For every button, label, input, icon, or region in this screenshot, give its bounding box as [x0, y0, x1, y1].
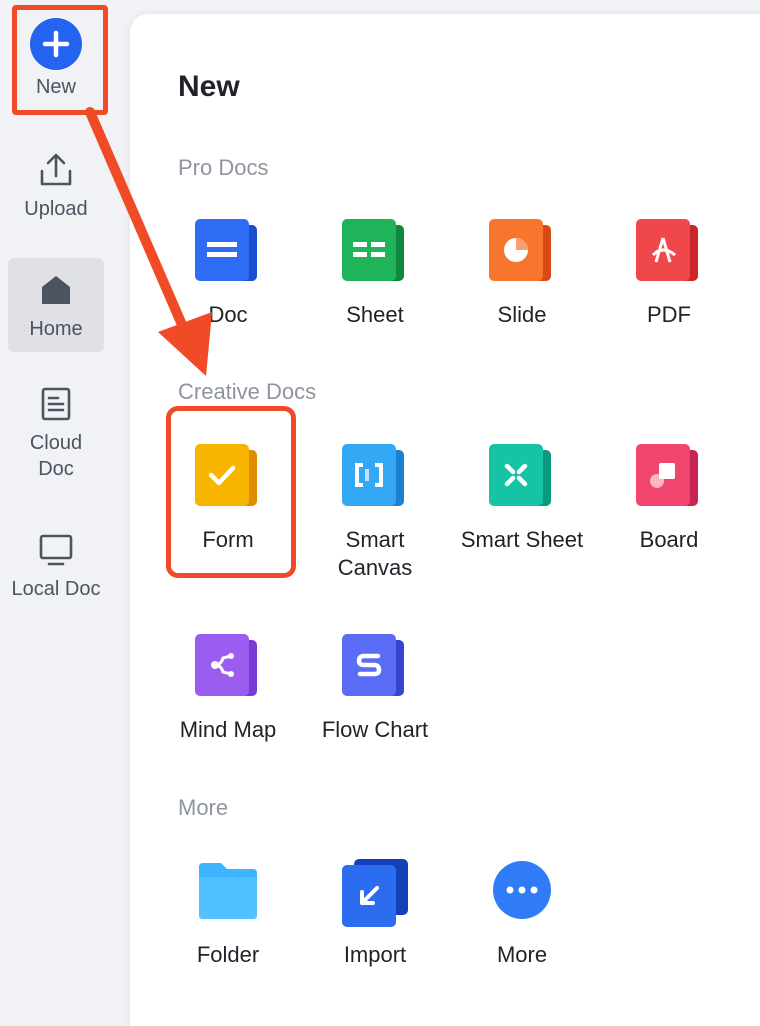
tile-smart-canvas[interactable]: Smart Canvas	[305, 444, 445, 582]
sidebar-item-home[interactable]: Home	[8, 258, 104, 352]
section-label-creative-docs: Creative Docs	[178, 379, 317, 404]
doc-icon	[195, 219, 261, 285]
tile-label: Sheet	[346, 302, 404, 327]
tile-board[interactable]: Board	[599, 444, 739, 554]
document-icon	[36, 384, 76, 424]
tile-label: Mind Map	[179, 717, 277, 742]
sidebar-item-label: Doc	[38, 458, 74, 480]
tile-smart-sheet[interactable]: Smart Sheet	[452, 444, 592, 554]
form-icon	[195, 444, 261, 510]
tile-pdf[interactable]: PDF	[599, 219, 739, 329]
tile-flow-chart[interactable]: Flow Chart	[305, 634, 445, 744]
monitor-icon	[36, 530, 76, 570]
import-icon	[342, 859, 408, 927]
tile-label: Slide	[497, 302, 547, 327]
tile-label: Form	[202, 527, 254, 552]
board-icon	[636, 444, 702, 510]
tile-label: More	[496, 942, 548, 967]
tile-label: Import	[343, 942, 407, 967]
smart-canvas-icon	[342, 444, 408, 510]
new-panel: New Pro Docs Doc Sheet Slide PDF Creativ…	[130, 14, 760, 1026]
tile-doc[interactable]: Doc	[158, 219, 298, 329]
tile-slide[interactable]: Slide	[452, 219, 592, 329]
more-dots-icon	[489, 859, 555, 925]
tile-more[interactable]: More	[452, 859, 592, 969]
tile-folder[interactable]: Folder	[158, 859, 298, 969]
sidebar-item-new[interactable]: New	[8, 18, 104, 110]
sidebar-item-cloud-doc[interactable]: Cloud Doc	[8, 384, 104, 494]
upload-icon	[36, 150, 76, 190]
home-icon	[36, 270, 76, 310]
tile-label: Folder	[196, 942, 260, 967]
tile-label: PDF	[647, 302, 691, 327]
section-label-pro-docs: Pro Docs	[178, 155, 269, 180]
sidebar-item-upload[interactable]: Upload	[8, 150, 104, 240]
mind-map-icon	[195, 634, 261, 700]
page-title: New	[178, 70, 240, 103]
sidebar-item-label: Local Doc	[11, 578, 101, 600]
tile-label: Flow Chart	[321, 717, 429, 742]
sidebar-item-label: New	[35, 76, 76, 98]
tile-label: Smart Sheet	[460, 527, 584, 552]
flow-chart-icon	[342, 634, 408, 700]
tile-form[interactable]: Form	[158, 444, 298, 554]
pdf-icon	[636, 219, 702, 285]
slide-icon	[489, 219, 555, 285]
smart-sheet-icon	[489, 444, 555, 510]
sidebar-item-label: Cloud	[29, 432, 83, 454]
tile-label: Board	[639, 527, 699, 552]
tile-mind-map[interactable]: Mind Map	[158, 634, 298, 744]
tile-label: Smart	[345, 527, 405, 552]
sidebar-item-label: Home	[29, 318, 83, 340]
tile-label: Canvas	[337, 555, 413, 580]
sidebar-item-local-doc[interactable]: Local Doc	[8, 530, 104, 620]
section-label-more: More	[178, 795, 229, 820]
folder-icon	[195, 859, 261, 925]
sheet-icon	[342, 219, 408, 285]
sidebar-item-label: Upload	[24, 198, 88, 220]
plus-icon	[30, 18, 82, 70]
tile-import[interactable]: Import	[305, 859, 445, 969]
tile-sheet[interactable]: Sheet	[305, 219, 445, 329]
tile-label: Doc	[208, 302, 248, 327]
sidebar: New Upload Home Cloud Doc Local Doc	[0, 0, 114, 1026]
